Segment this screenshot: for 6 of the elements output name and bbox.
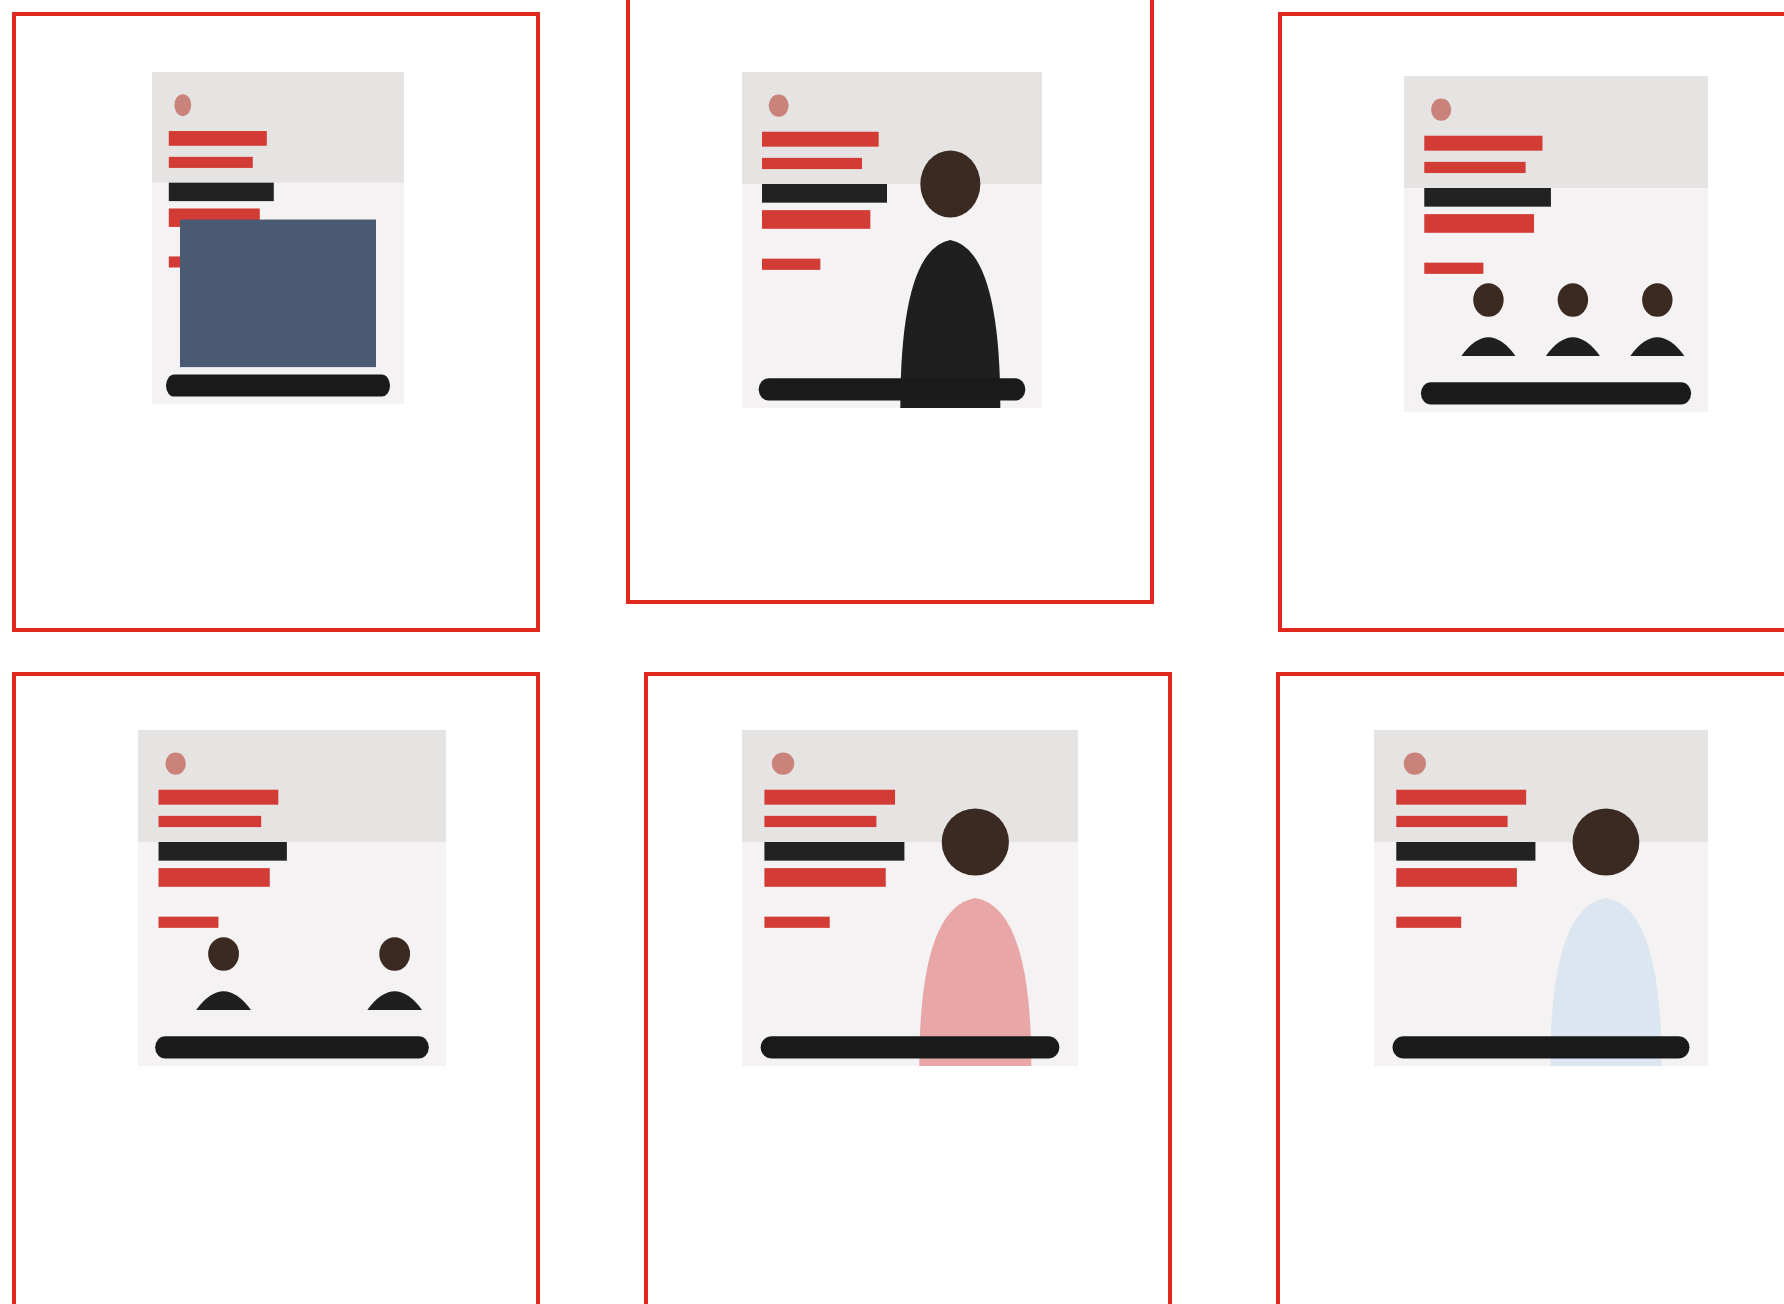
- image-card[interactable]: [1276, 672, 1784, 1304]
- image-card[interactable]: [12, 672, 540, 1304]
- image-card[interactable]: [1278, 12, 1784, 632]
- image-card[interactable]: [12, 12, 540, 632]
- image-card[interactable]: [644, 672, 1172, 1304]
- image-card[interactable]: [626, 0, 1154, 604]
